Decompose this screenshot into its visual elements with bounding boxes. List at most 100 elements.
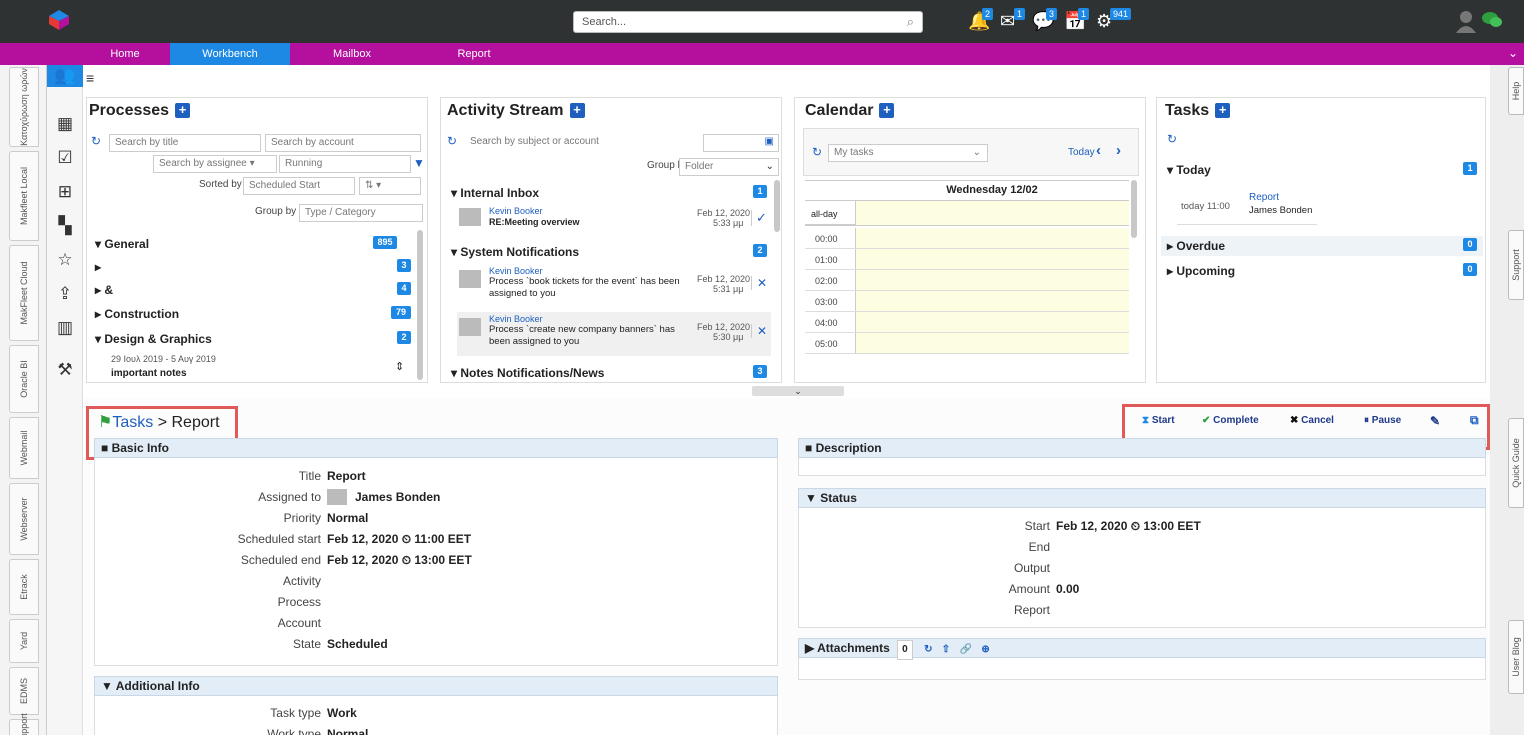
cancel-button[interactable]: ✖ Cancel (1290, 415, 1334, 426)
today-button[interactable]: Today (1068, 147, 1095, 158)
group-design-graphics[interactable]: ▾ Design & Graphics (95, 332, 212, 346)
hour-cell[interactable] (855, 333, 1129, 353)
tab-workbench[interactable]: Workbench (170, 43, 290, 65)
complete-button[interactable]: ✔ Complete (1202, 415, 1259, 426)
vtab-webmail[interactable]: Webmail (9, 417, 39, 479)
users-icon[interactable]: 👥 (47, 65, 83, 87)
next-day-icon[interactable]: › (1116, 142, 1121, 159)
mail-icon[interactable]: ✉ 1 (1000, 8, 1028, 33)
description-header[interactable]: ■ Description (798, 438, 1486, 458)
calendar-icon[interactable]: 📅 1 (1064, 8, 1092, 33)
refresh-icon[interactable]: ↻ (447, 134, 457, 148)
add-task-button[interactable]: + (1215, 103, 1231, 118)
plus-square-icon[interactable]: ⊞ (53, 180, 77, 204)
vtab-oracle-bi[interactable]: Oracle BI (9, 345, 39, 413)
attachments-header[interactable]: ▶ Attachments 0 ↻ ⇧ 🔗 ⊕ (798, 638, 1486, 660)
gears-icon[interactable]: ⚙ 941 (1096, 8, 1132, 33)
vtab-support[interactable]: Support (9, 713, 39, 735)
filter-icon[interactable]: ▼ (413, 156, 425, 170)
globe-icon[interactable]: ⊕ (981, 644, 989, 655)
group-construction[interactable]: ▸ Construction (95, 307, 179, 321)
calendar-scrollbar[interactable] (1131, 180, 1137, 238)
vtab-yard[interactable]: Yard (9, 619, 39, 663)
tasks-overdue-group[interactable]: ▸ Overdue (1167, 239, 1225, 253)
task-title-link[interactable]: Report (1249, 192, 1279, 203)
sort-arrows-icon[interactable]: ⇕ (395, 360, 404, 373)
collapse-handle[interactable]: ⌄ (752, 386, 844, 396)
tasks-today-group[interactable]: ▾ Today (1167, 163, 1211, 177)
dismiss-icon[interactable]: ✕ (751, 276, 767, 290)
activity-date-input[interactable]: ▣ (703, 134, 779, 152)
tab-mailbox[interactable]: Mailbox (292, 43, 412, 65)
bell-icon[interactable]: 🔔 2 (968, 8, 996, 33)
chart-icon[interactable]: ▥ (53, 316, 77, 340)
online-chat-icon[interactable] (1481, 10, 1503, 30)
dismiss-icon[interactable]: ✕ (751, 324, 767, 338)
vtab-makfleet-local[interactable]: Makfleet Local (9, 151, 39, 241)
item-author[interactable]: Kevin Booker (489, 206, 543, 216)
app-logo[interactable] (48, 9, 70, 31)
section-internal-inbox[interactable]: ▾ Internal Inbox (451, 186, 539, 200)
refresh-icon[interactable]: ↻ (812, 145, 822, 159)
tab-report[interactable]: Report (414, 43, 534, 65)
search-icon[interactable]: ⌕ (907, 14, 914, 30)
tools-icon[interactable]: ⚒ (53, 358, 77, 382)
global-search-input[interactable]: Search... ⌕ (573, 11, 923, 33)
hour-cell[interactable] (855, 270, 1129, 290)
rtab-user-blog[interactable]: User Blog (1508, 620, 1524, 694)
allday-cell[interactable] (855, 201, 1129, 225)
hour-cell[interactable] (855, 291, 1129, 311)
list-item[interactable]: Kevin Booker Process `create new company… (457, 312, 771, 356)
group-unnamed[interactable]: ▸ (95, 260, 101, 274)
activity-scrollbar[interactable] (774, 180, 780, 232)
upload-icon[interactable]: ⇪ (53, 282, 77, 306)
basic-info-header[interactable]: ■ Basic Info (94, 438, 778, 458)
pause-button[interactable]: ⏸ Pause (1364, 415, 1401, 426)
additional-info-header[interactable]: ▼ Additional Info (94, 676, 778, 696)
vtab-etrack[interactable]: Etrack (9, 559, 39, 615)
chat-icon[interactable]: 💬 3 (1032, 8, 1060, 33)
rtab-help[interactable]: Help (1508, 67, 1524, 115)
item-author[interactable]: Kevin Booker (489, 314, 543, 324)
rtab-support[interactable]: Support (1508, 230, 1524, 300)
activity-search-input[interactable]: Search by subject or account (465, 134, 697, 152)
rtab-quick-guide[interactable]: Quick Guide (1508, 418, 1524, 508)
search-account-input[interactable]: Search by account (265, 134, 421, 152)
hour-cell[interactable] (855, 249, 1129, 269)
vtab-edms[interactable]: EDMS (9, 667, 39, 715)
item-author[interactable]: Kevin Booker (489, 266, 543, 276)
checkbox-icon[interactable]: ☑ (53, 146, 77, 170)
processes-scrollbar[interactable] (417, 230, 423, 380)
edit-icon[interactable]: ✎ (1430, 414, 1440, 428)
status-select[interactable]: Running (279, 155, 411, 173)
group-by-select[interactable]: Folder ⌄ (679, 158, 779, 176)
add-event-button[interactable]: + (879, 103, 895, 118)
sort-select[interactable]: Scheduled Start (243, 177, 355, 195)
tasks-upcoming-group[interactable]: ▸ Upcoming (1167, 264, 1235, 278)
refresh-icon[interactable]: ↻ (924, 644, 932, 655)
vtab-makfleet-cloud[interactable]: MakFleet Cloud (9, 245, 39, 341)
sort-direction-select[interactable]: ⇅ ▾ (359, 177, 421, 195)
grid-icon[interactable]: ▚ (53, 214, 77, 238)
hour-cell[interactable] (855, 312, 1129, 332)
add-activity-button[interactable]: + (569, 103, 585, 118)
hamburger-menu-icon[interactable]: ≡ (86, 70, 94, 86)
group-by-select[interactable]: Type / Category (299, 204, 423, 222)
calendar-filter-select[interactable]: My tasks ⌄ (828, 144, 988, 162)
vtab-webserver[interactable]: Webserver (9, 483, 39, 555)
upload-icon[interactable]: ⇧ (942, 644, 950, 655)
group-general[interactable]: ▾ General (95, 237, 149, 251)
group-ampersand[interactable]: ▸ & (95, 283, 113, 297)
section-notes-news[interactable]: ▾ Notes Notifications/News (451, 366, 604, 380)
refresh-icon[interactable]: ↻ (91, 134, 101, 148)
hour-cell[interactable] (855, 228, 1129, 248)
vtab-hours[interactable]: Κατοχύρωση ωρών (9, 67, 39, 147)
calendar-icon[interactable]: ▦ (53, 112, 77, 136)
avatar[interactable] (1455, 9, 1477, 33)
section-system-notifications[interactable]: ▾ System Notifications (451, 245, 579, 259)
link-icon[interactable]: 🔗 (960, 644, 972, 655)
process-item-title[interactable]: important notes (111, 368, 187, 379)
star-icon[interactable]: ☆ (53, 248, 77, 272)
list-item[interactable]: Kevin Booker Process `book tickets for t… (459, 266, 773, 306)
start-button[interactable]: ⧗ Start (1142, 415, 1175, 426)
